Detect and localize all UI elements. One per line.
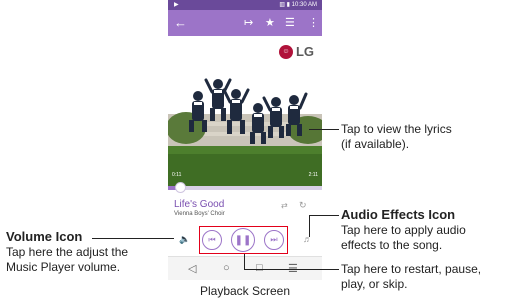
status-time: 10:30 AM: [291, 2, 317, 8]
audio-effects-icon[interactable]: ♬: [303, 234, 312, 244]
pause-button[interactable]: ❚❚: [231, 228, 255, 252]
controls-callout-line2: play, or skip.: [341, 277, 408, 291]
fast-forward-icon: ⏭: [270, 235, 278, 244]
playlist-icon[interactable]: ☰: [285, 16, 295, 29]
volume-callout-line1: Tap here the adjust the: [6, 245, 129, 259]
progress-bar[interactable]: [168, 182, 322, 193]
time-total: 2:11: [308, 172, 318, 178]
recent-apps-icon[interactable]: □: [256, 262, 263, 274]
controls-callout-line1: Tap here to restart, pause,: [341, 262, 482, 276]
song-artist: Vienna Boys' Choir: [174, 211, 225, 217]
volume-callout-line2: Music Player volume.: [6, 260, 121, 274]
star-icon[interactable]: ★: [265, 16, 275, 29]
lyrics-callout-line2: (if available).: [341, 137, 410, 151]
back-nav-icon[interactable]: ◁: [188, 262, 196, 275]
effects-callout-line1: Tap here to apply audio: [341, 223, 466, 237]
signal-icon: ▥: [279, 2, 285, 8]
share-icon[interactable]: ↦: [244, 16, 253, 29]
play-notification-icon: ▶: [174, 2, 179, 8]
navigation-bar: ◁ ○ □ ☰: [168, 256, 322, 280]
effects-callout-line2: effects to the song.: [341, 238, 443, 252]
screenshot-root: ▶ ▥ ▮ 10:30 AM ← ↦ ★ ☰ ⋮ ☺ LG 0:11 2:11 …: [0, 0, 505, 300]
lyrics-callout-line: [309, 129, 339, 130]
figure-caption: Playback Screen: [199, 284, 291, 298]
battery-icon: ▮: [286, 2, 290, 8]
time-elapsed: 0:11: [172, 172, 182, 178]
rewind-button[interactable]: ⏮: [202, 230, 222, 250]
effects-callout-line-h: [309, 215, 339, 216]
status-bar: ▶ ▥ ▮ 10:30 AM: [168, 0, 322, 10]
lg-logo: ☺ LG: [278, 44, 314, 59]
controls-callout-line-h: [244, 269, 339, 270]
effects-callout-line-v: [309, 215, 310, 237]
back-arrow-icon[interactable]: ←: [174, 15, 187, 30]
action-bar: ← ↦ ★ ☰ ⋮: [168, 10, 322, 36]
pause-icon: ❚❚: [234, 234, 252, 246]
effects-callout-title: Audio Effects Icon: [341, 207, 456, 222]
album-art[interactable]: ☺ LG 0:11 2:11: [168, 36, 322, 186]
lyrics-callout-line1: Tap to view the lyrics: [341, 122, 452, 136]
status-right: ▥ ▮ 10:30 AM: [279, 1, 317, 8]
progress-thumb[interactable]: [175, 182, 187, 193]
repeat-icon[interactable]: ↻: [299, 200, 307, 211]
overflow-menu-icon[interactable]: ⋮: [308, 16, 319, 29]
rewind-icon: ⏮: [208, 235, 216, 244]
shuffle-icon[interactable]: ⇄: [281, 201, 288, 210]
volume-icon[interactable]: 🔈: [179, 234, 190, 245]
phone-screen: ▶ ▥ ▮ 10:30 AM ← ↦ ★ ☰ ⋮ ☺ LG 0:11 2:11 …: [168, 0, 322, 282]
lg-logo-icon: ☺: [278, 44, 293, 59]
volume-callout-line: [92, 238, 174, 239]
home-nav-icon[interactable]: ○: [223, 262, 230, 274]
volume-callout-title: Volume Icon: [6, 229, 83, 244]
fast-forward-button[interactable]: ⏭: [264, 230, 284, 250]
lg-logo-text: LG: [295, 44, 314, 59]
controls-callout-line-v: [244, 254, 245, 270]
song-title: Life's Good: [174, 199, 225, 210]
